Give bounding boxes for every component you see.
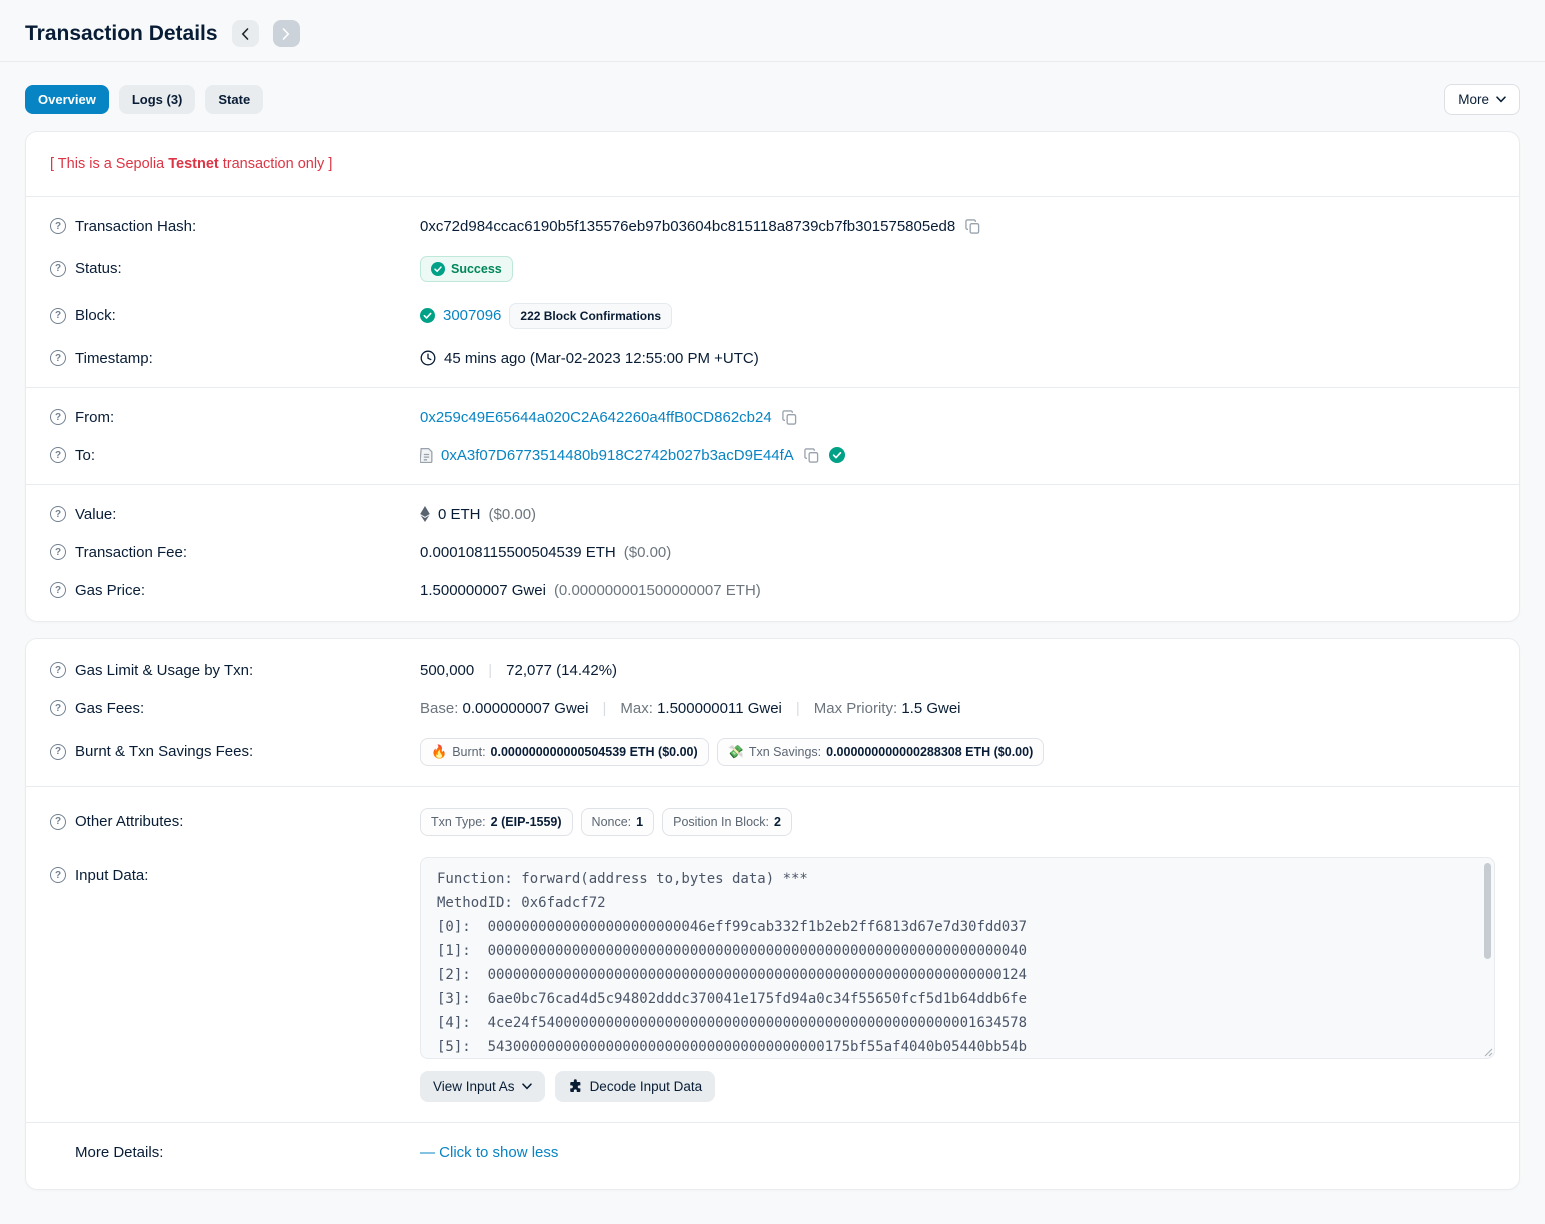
divider <box>26 387 1519 388</box>
show-less-link[interactable]: — Click to show less <box>420 1144 558 1161</box>
copy-icon <box>965 219 980 234</box>
money-savings-icon: 💸 <box>728 745 744 758</box>
previous-transaction-button[interactable] <box>232 20 259 47</box>
details-card: Gas Limit & Usage by Txn: 500,000 | 72,0… <box>25 638 1520 1190</box>
status-row: Status: Success <box>50 245 1495 292</box>
gas-price-eth: (0.000000001500000007 ETH) <box>554 582 761 599</box>
gas-usage-value: 72,077 (14.42%) <box>506 662 617 679</box>
value-usd: ($0.00) <box>489 506 537 523</box>
check-circle-icon <box>431 262 445 276</box>
status-badge: Success <box>420 256 513 282</box>
help-icon[interactable] <box>50 544 66 560</box>
to-row: To: 0xA3f07D6773514480b918C2742b027b3acD… <box>50 436 1495 474</box>
help-icon[interactable] <box>50 308 66 324</box>
finalized-check-icon <box>420 308 435 323</box>
help-icon[interactable] <box>50 350 66 366</box>
position-in-block-badge: Position In Block: 2 <box>662 808 792 836</box>
more-details-row: More Details: — Click to show less <box>50 1133 1495 1177</box>
help-icon[interactable] <box>50 506 66 522</box>
copy-icon <box>804 448 819 463</box>
resize-grip-icon[interactable] <box>1482 1046 1493 1057</box>
header-divider <box>0 61 1545 62</box>
more-dropdown-button[interactable]: More <box>1444 84 1520 115</box>
gas-price-gwei: 1.500000007 Gwei <box>420 582 546 599</box>
page-title: Transaction Details <box>25 22 218 46</box>
burnt-savings-row: Burnt & Txn Savings Fees: 🔥 Burnt: 0.000… <box>50 727 1495 776</box>
burnt-fees-badge: 🔥 Burnt: 0.000000000000504539 ETH ($0.00… <box>420 738 709 766</box>
help-icon[interactable] <box>50 867 66 883</box>
divider <box>26 484 1519 485</box>
tab-state[interactable]: State <box>205 85 263 114</box>
to-address-link[interactable]: 0xA3f07D6773514480b918C2742b027b3acD9E44… <box>441 447 794 464</box>
help-icon[interactable] <box>50 218 66 234</box>
input-data-scrollbar[interactable] <box>1484 863 1491 959</box>
help-icon[interactable] <box>50 814 66 830</box>
verified-check-icon <box>829 447 845 463</box>
gas-fees-row: Gas Fees: Base: 0.000000007 Gwei | Max: … <box>50 689 1495 727</box>
base-fee-value: 0.000000007 Gwei <box>463 700 589 717</box>
page-header: Transaction Details <box>25 0 1520 61</box>
overview-card: [ This is a Sepolia Testnet transaction … <box>25 131 1520 622</box>
copy-to-address-button[interactable] <box>802 448 821 463</box>
help-icon[interactable] <box>50 447 66 463</box>
help-icon[interactable] <box>50 662 66 678</box>
block-row: Block: 3007096 222 Block Confirmations <box>50 292 1495 339</box>
max-priority-fee-value: 1.5 Gwei <box>901 700 960 717</box>
transaction-fee-row: Transaction Fee: 0.000108115500504539 ET… <box>50 533 1495 571</box>
nonce-badge: Nonce: 1 <box>581 808 655 836</box>
next-transaction-button[interactable] <box>273 20 300 47</box>
input-data-textarea[interactable]: Function: forward(address to,bytes data)… <box>420 857 1495 1059</box>
value-eth: 0 ETH <box>438 506 481 523</box>
other-attributes-row: Other Attributes: Txn Type: 2 (EIP-1559)… <box>50 797 1495 846</box>
chevron-right-icon <box>282 28 290 40</box>
transaction-hash-value: 0xc72d984ccac6190b5f135576eb97b03604bc81… <box>420 218 955 235</box>
copy-icon <box>782 410 797 425</box>
help-icon[interactable] <box>50 700 66 716</box>
tab-overview[interactable]: Overview <box>25 85 109 114</box>
txn-savings-badge: 💸 Txn Savings: 0.000000000000288308 ETH … <box>717 738 1045 766</box>
gas-limit-value: 500,000 <box>420 662 474 679</box>
chevron-left-icon <box>241 28 249 40</box>
timestamp-value: 45 mins ago (Mar-02-2023 12:55:00 PM +UT… <box>444 350 759 367</box>
input-data-row: Input Data: Function: forward(address to… <box>50 846 1495 1112</box>
block-number-link[interactable]: 3007096 <box>443 307 501 324</box>
copy-from-address-button[interactable] <box>780 410 799 425</box>
transaction-details-page: Transaction Details Overview Logs (3) St… <box>0 0 1545 1190</box>
copy-hash-button[interactable] <box>963 219 982 234</box>
tab-bar: Overview Logs (3) State More <box>25 84 1520 115</box>
fire-icon: 🔥 <box>431 745 447 758</box>
timestamp-row: Timestamp: 45 mins ago (Mar-02-2023 12:5… <box>50 339 1495 377</box>
view-input-as-button[interactable]: View Input As <box>420 1071 545 1102</box>
max-fee-value: 1.500000011 Gwei <box>657 700 782 717</box>
divider <box>26 786 1519 787</box>
from-address-link[interactable]: 0x259c49E65644a020C2A642260a4ffB0CD862cb… <box>420 409 772 426</box>
help-icon[interactable] <box>50 409 66 425</box>
transaction-fee-usd: ($0.00) <box>624 544 672 561</box>
divider <box>26 196 1519 197</box>
divider <box>26 1122 1519 1123</box>
gas-limit-row: Gas Limit & Usage by Txn: 500,000 | 72,0… <box>50 651 1495 689</box>
tab-logs[interactable]: Logs (3) <box>119 85 196 114</box>
block-confirmations-badge: 222 Block Confirmations <box>509 303 672 329</box>
transaction-fee-eth: 0.000108115500504539 ETH <box>420 544 616 561</box>
puzzle-icon <box>568 1079 583 1094</box>
chevron-down-icon <box>1496 96 1506 103</box>
gas-price-row: Gas Price: 1.500000007 Gwei (0.000000001… <box>50 571 1495 609</box>
from-row: From: 0x259c49E65644a020C2A642260a4ffB0C… <box>50 398 1495 436</box>
help-icon[interactable] <box>50 744 66 760</box>
chevron-down-icon <box>522 1083 532 1090</box>
transaction-hash-row: Transaction Hash: 0xc72d984ccac6190b5f13… <box>50 207 1495 245</box>
txn-type-badge: Txn Type: 2 (EIP-1559) <box>420 808 573 836</box>
help-icon[interactable] <box>50 261 66 277</box>
ethereum-icon <box>420 506 430 522</box>
testnet-warning: [ This is a Sepolia Testnet transaction … <box>50 144 1495 186</box>
value-row: Value: 0 ETH ($0.00) <box>50 495 1495 533</box>
contract-document-icon <box>420 447 433 463</box>
decode-input-data-button[interactable]: Decode Input Data <box>555 1071 716 1102</box>
clock-icon <box>420 350 436 366</box>
help-icon[interactable] <box>50 582 66 598</box>
